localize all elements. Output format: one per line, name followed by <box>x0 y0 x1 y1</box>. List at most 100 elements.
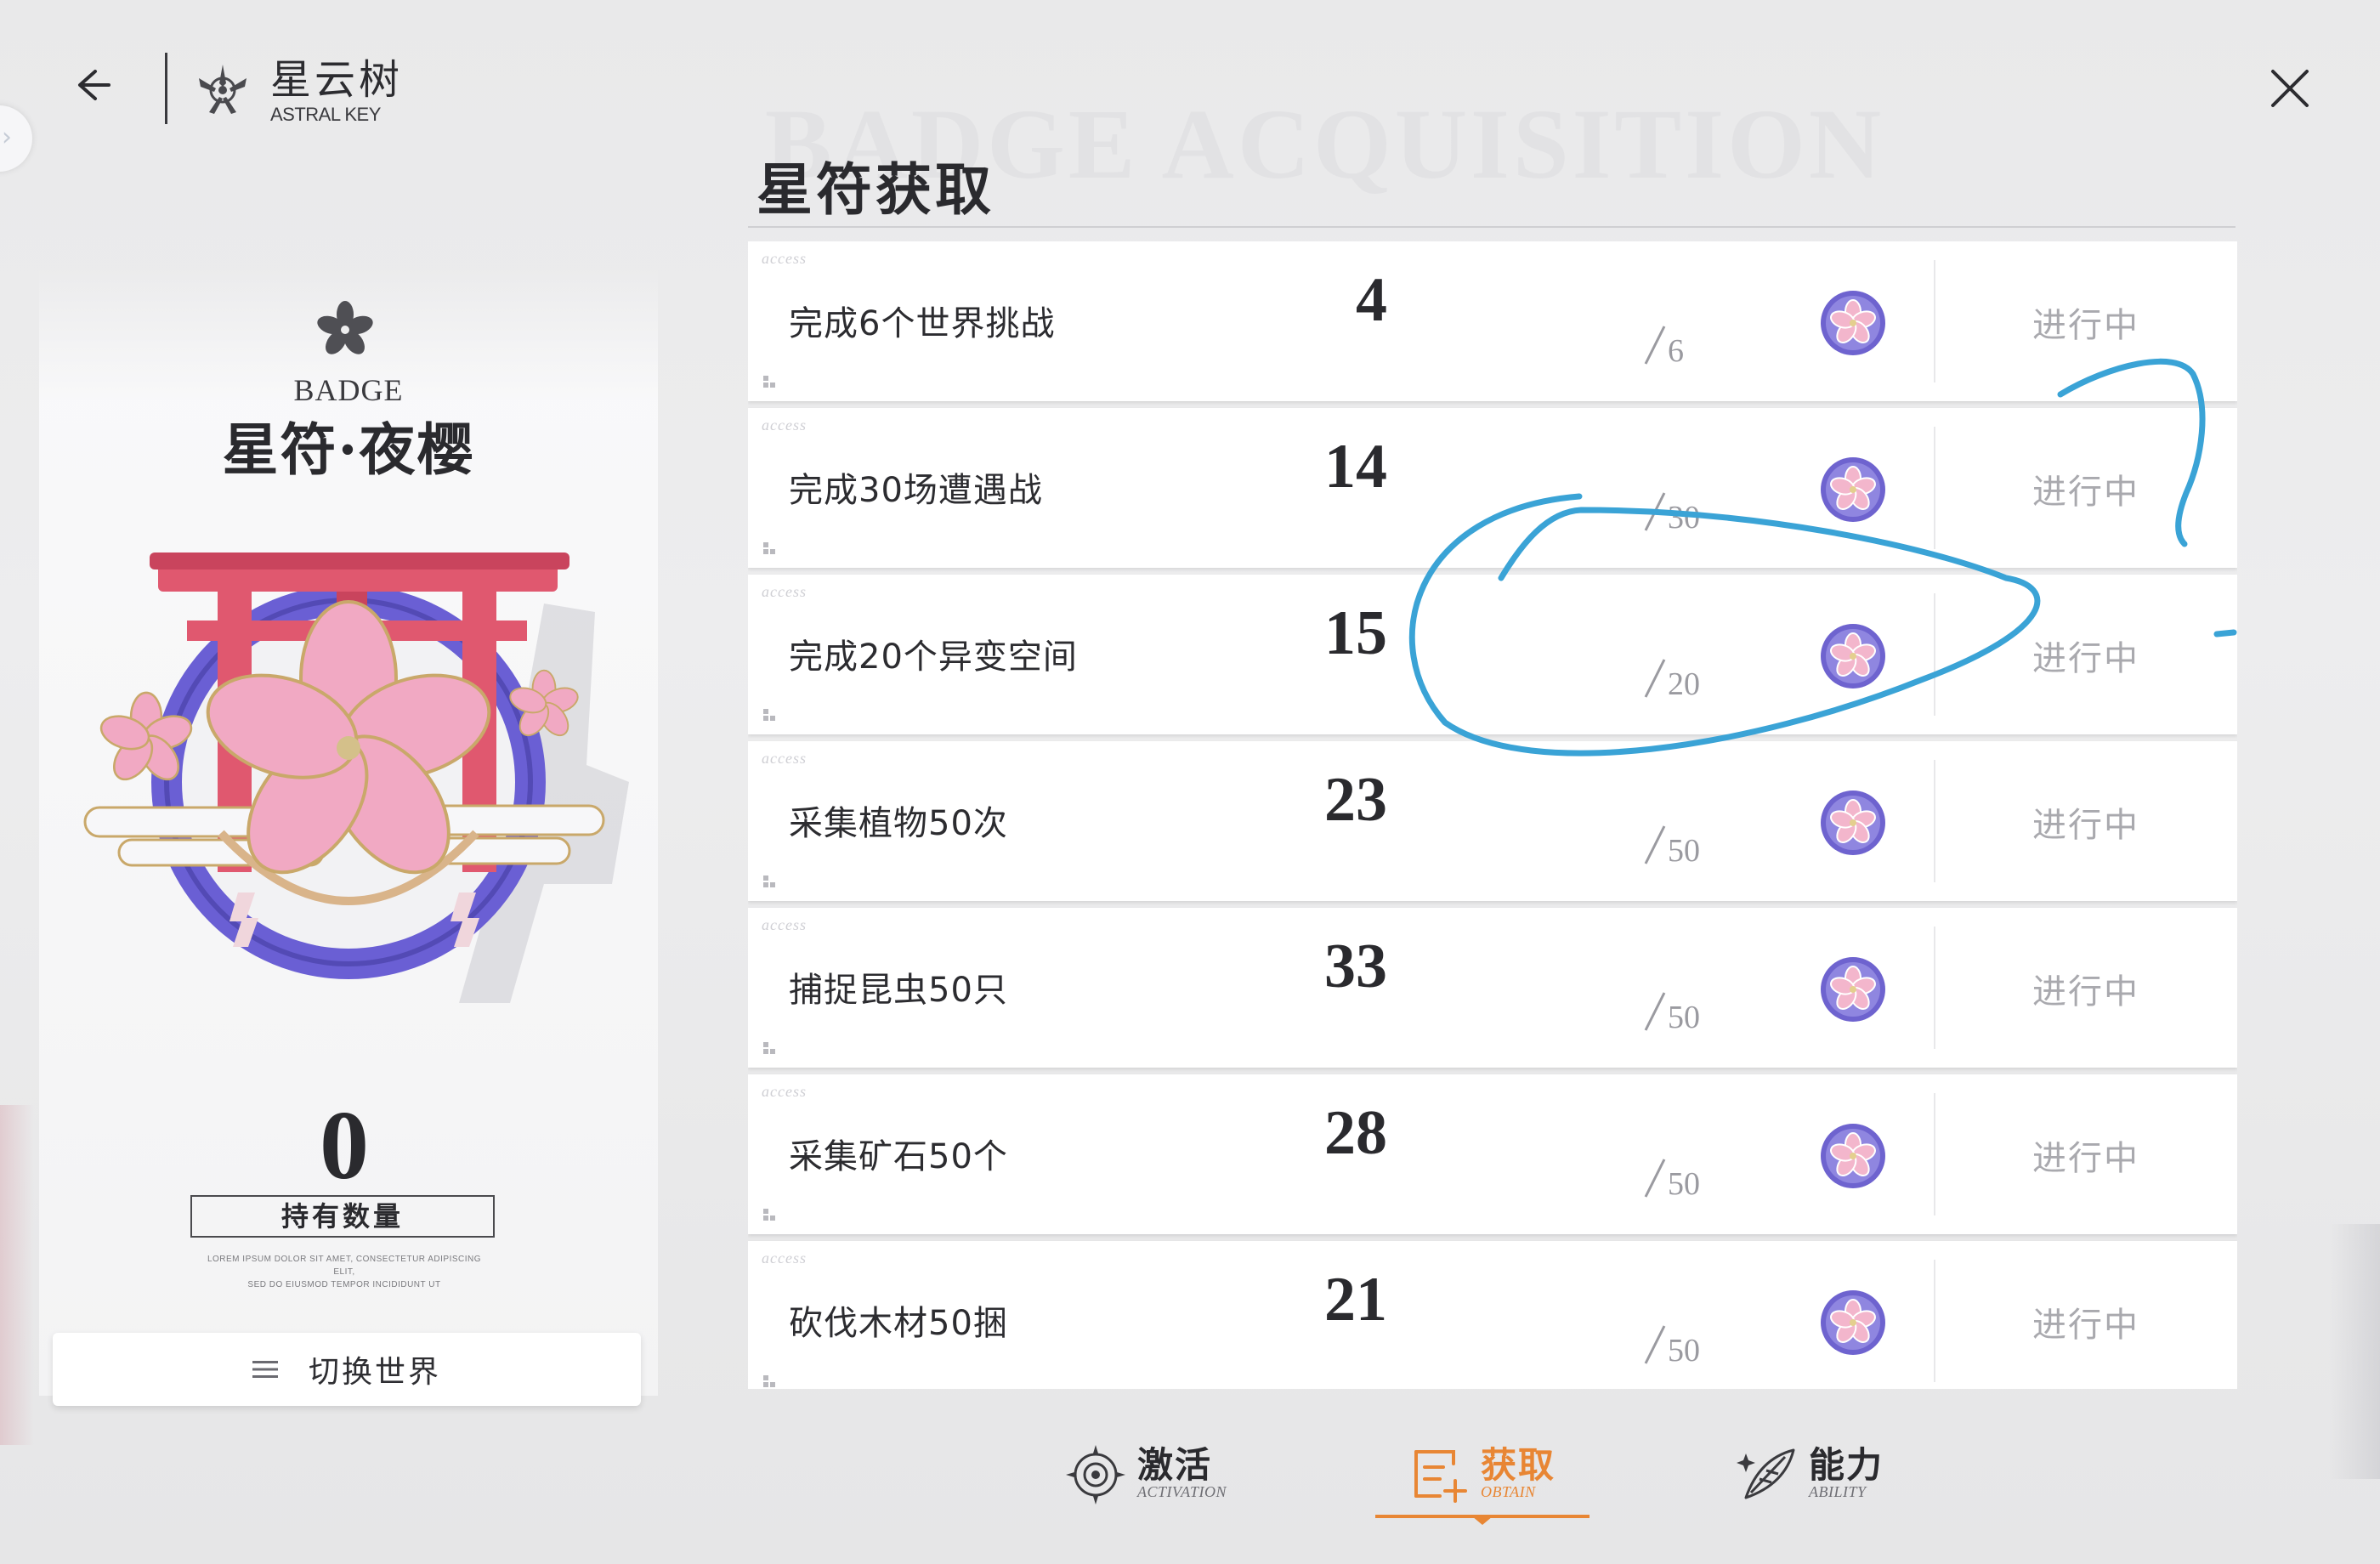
nav-sublabel: OBTAIN <box>1481 1483 1536 1501</box>
row-tag: access <box>762 250 807 267</box>
progress-total: 20 <box>1668 666 1700 702</box>
section-title: 星符获取 <box>756 156 994 223</box>
side-drawer-tab[interactable]: › <box>0 105 32 172</box>
task-status: 进行中 <box>2032 473 2139 512</box>
progress-slash <box>1644 492 1666 531</box>
progress-total: 50 <box>1668 833 1700 869</box>
task-description: 采集植物50次 <box>789 804 1008 843</box>
task-list[interactable]: access 完成6个世界挑战 4 6 进行中 access 完成30场遭遇战 … <box>748 241 2237 1389</box>
progress-total: 50 <box>1668 1000 1700 1035</box>
badge-name: 星符·夜樱 <box>222 416 475 483</box>
progress-slash <box>1644 659 1666 698</box>
task-row[interactable]: access 采集植物50次 23 50 进行中 <box>748 741 2237 901</box>
owned-note-line: SED DO EIUSMOD TEMPOR INCIDIDUNT UT <box>247 1280 441 1289</box>
nav-label: 激活 <box>1137 1444 1213 1487</box>
sakura-badge-reward-icon <box>1821 291 1885 355</box>
progress-current: 15 <box>1324 598 1387 668</box>
active-tab-notch <box>1472 1516 1493 1525</box>
row-corner-mark <box>763 376 779 388</box>
sakura-badge-reward-icon <box>1821 790 1885 855</box>
task-row[interactable]: access 砍伐木材50捆 21 50 进行中 <box>748 1241 2237 1389</box>
task-status: 进行中 <box>2032 972 2139 1012</box>
activation-icon <box>1066 1445 1125 1504</box>
task-row[interactable]: access 完成30场遭遇战 14 30 进行中 <box>748 408 2237 568</box>
badge-illustration <box>83 552 629 1003</box>
task-description: 完成20个异变空间 <box>789 638 1078 677</box>
row-tag: access <box>762 1250 807 1266</box>
progress-total: 6 <box>1668 333 1684 369</box>
task-description: 砍伐木材50捆 <box>789 1304 1008 1343</box>
task-row[interactable]: access 采集矿石50个 28 50 进行中 <box>748 1074 2237 1234</box>
task-description: 采集矿石50个 <box>789 1137 1008 1176</box>
row-corner-mark <box>763 1042 779 1054</box>
progress-slash <box>1644 326 1666 365</box>
ability-icon <box>1737 1448 1795 1499</box>
row-corner-mark <box>763 1375 779 1387</box>
sakura-badge-reward-icon <box>1821 457 1885 522</box>
row-tag: access <box>762 916 807 933</box>
menu-icon <box>252 1361 278 1378</box>
progress-current: 4 <box>1356 265 1387 335</box>
owned-label: 持有数量 <box>190 1195 495 1238</box>
row-tag: access <box>762 1083 807 1100</box>
bottom-nav: 激活 ACTIVATION 获取 OBTAIN 能力 ABILITY <box>0 1428 2380 1564</box>
sakura-badge-reward-icon <box>1821 957 1885 1022</box>
row-corner-mark <box>763 1209 779 1221</box>
sakura-badge-reward-icon <box>1821 624 1885 688</box>
task-status: 进行中 <box>2032 1306 2139 1345</box>
row-corner-mark <box>763 542 779 554</box>
task-status: 进行中 <box>2032 806 2139 845</box>
nav-label: 能力 <box>1809 1444 1884 1487</box>
app-title: 星云树 <box>270 56 404 104</box>
row-tag: access <box>762 416 807 434</box>
astral-key-emblem-icon <box>199 65 246 114</box>
task-description: 完成30场遭遇战 <box>789 471 1043 510</box>
nav-sublabel: ABILITY <box>1809 1483 1867 1501</box>
badge-eyebrow: BADGE <box>293 373 404 407</box>
task-description: 捕捉昆虫50只 <box>789 971 1008 1010</box>
owned-note: LOREM IPSUM DOLOR SIT AMET, CONSECTETUR … <box>196 1253 493 1291</box>
row-tag: access <box>762 750 807 767</box>
back-arrow-icon[interactable] <box>65 60 116 110</box>
progress-current: 14 <box>1324 432 1387 502</box>
progress-current: 21 <box>1324 1265 1387 1334</box>
sakura-badge-reward-icon <box>1821 1290 1885 1355</box>
task-description: 完成6个世界挑战 <box>789 304 1056 343</box>
close-icon[interactable] <box>2264 63 2315 114</box>
owned-note-line: LOREM IPSUM DOLOR SIT AMET, CONSECTETUR … <box>207 1255 482 1277</box>
task-status: 进行中 <box>2032 306 2139 345</box>
progress-current: 28 <box>1324 1098 1387 1168</box>
nav-label: 获取 <box>1481 1444 1556 1487</box>
progress-total: 50 <box>1668 1333 1700 1368</box>
app-subtitle: ASTRAL KEY <box>270 104 381 125</box>
sakura-flower-icon <box>317 301 373 354</box>
progress-slash <box>1644 1159 1666 1198</box>
edge-blur <box>2329 1224 2380 1479</box>
nav-tab-obtain[interactable]: 获取 OBTAIN <box>1406 1428 1556 1522</box>
task-row[interactable]: access 完成20个异变空间 15 20 进行中 <box>748 575 2237 734</box>
progress-total: 50 <box>1668 1166 1700 1202</box>
sakura-badge-reward-icon <box>1821 1124 1885 1188</box>
task-row[interactable]: access 捕捉昆虫50只 33 50 进行中 <box>748 908 2237 1068</box>
progress-current: 23 <box>1324 765 1387 835</box>
row-corner-mark <box>763 709 779 721</box>
progress-slash <box>1644 992 1666 1031</box>
nav-tab-ability[interactable]: 能力 ABILITY <box>1734 1428 1884 1522</box>
nav-tab-activation[interactable]: 激活 ACTIVATION <box>1062 1428 1227 1522</box>
task-status: 进行中 <box>2032 1139 2139 1178</box>
obtain-icon <box>1414 1450 1467 1503</box>
task-row[interactable]: access 完成6个世界挑战 4 6 进行中 <box>748 241 2237 401</box>
switch-world-button[interactable]: 切换世界 <box>53 1333 641 1406</box>
header-divider <box>165 53 167 124</box>
progress-current: 33 <box>1324 932 1387 1001</box>
section-rule <box>748 226 2236 228</box>
owned-count: 0 <box>320 1091 369 1200</box>
progress-slash <box>1644 825 1666 864</box>
nav-sublabel: ACTIVATION <box>1137 1483 1227 1501</box>
task-status: 进行中 <box>2032 639 2139 678</box>
switch-world-label: 切换世界 <box>308 1355 441 1390</box>
row-tag: access <box>762 583 807 600</box>
row-corner-mark <box>763 876 779 887</box>
progress-total: 30 <box>1668 500 1700 536</box>
progress-slash <box>1644 1325 1666 1364</box>
